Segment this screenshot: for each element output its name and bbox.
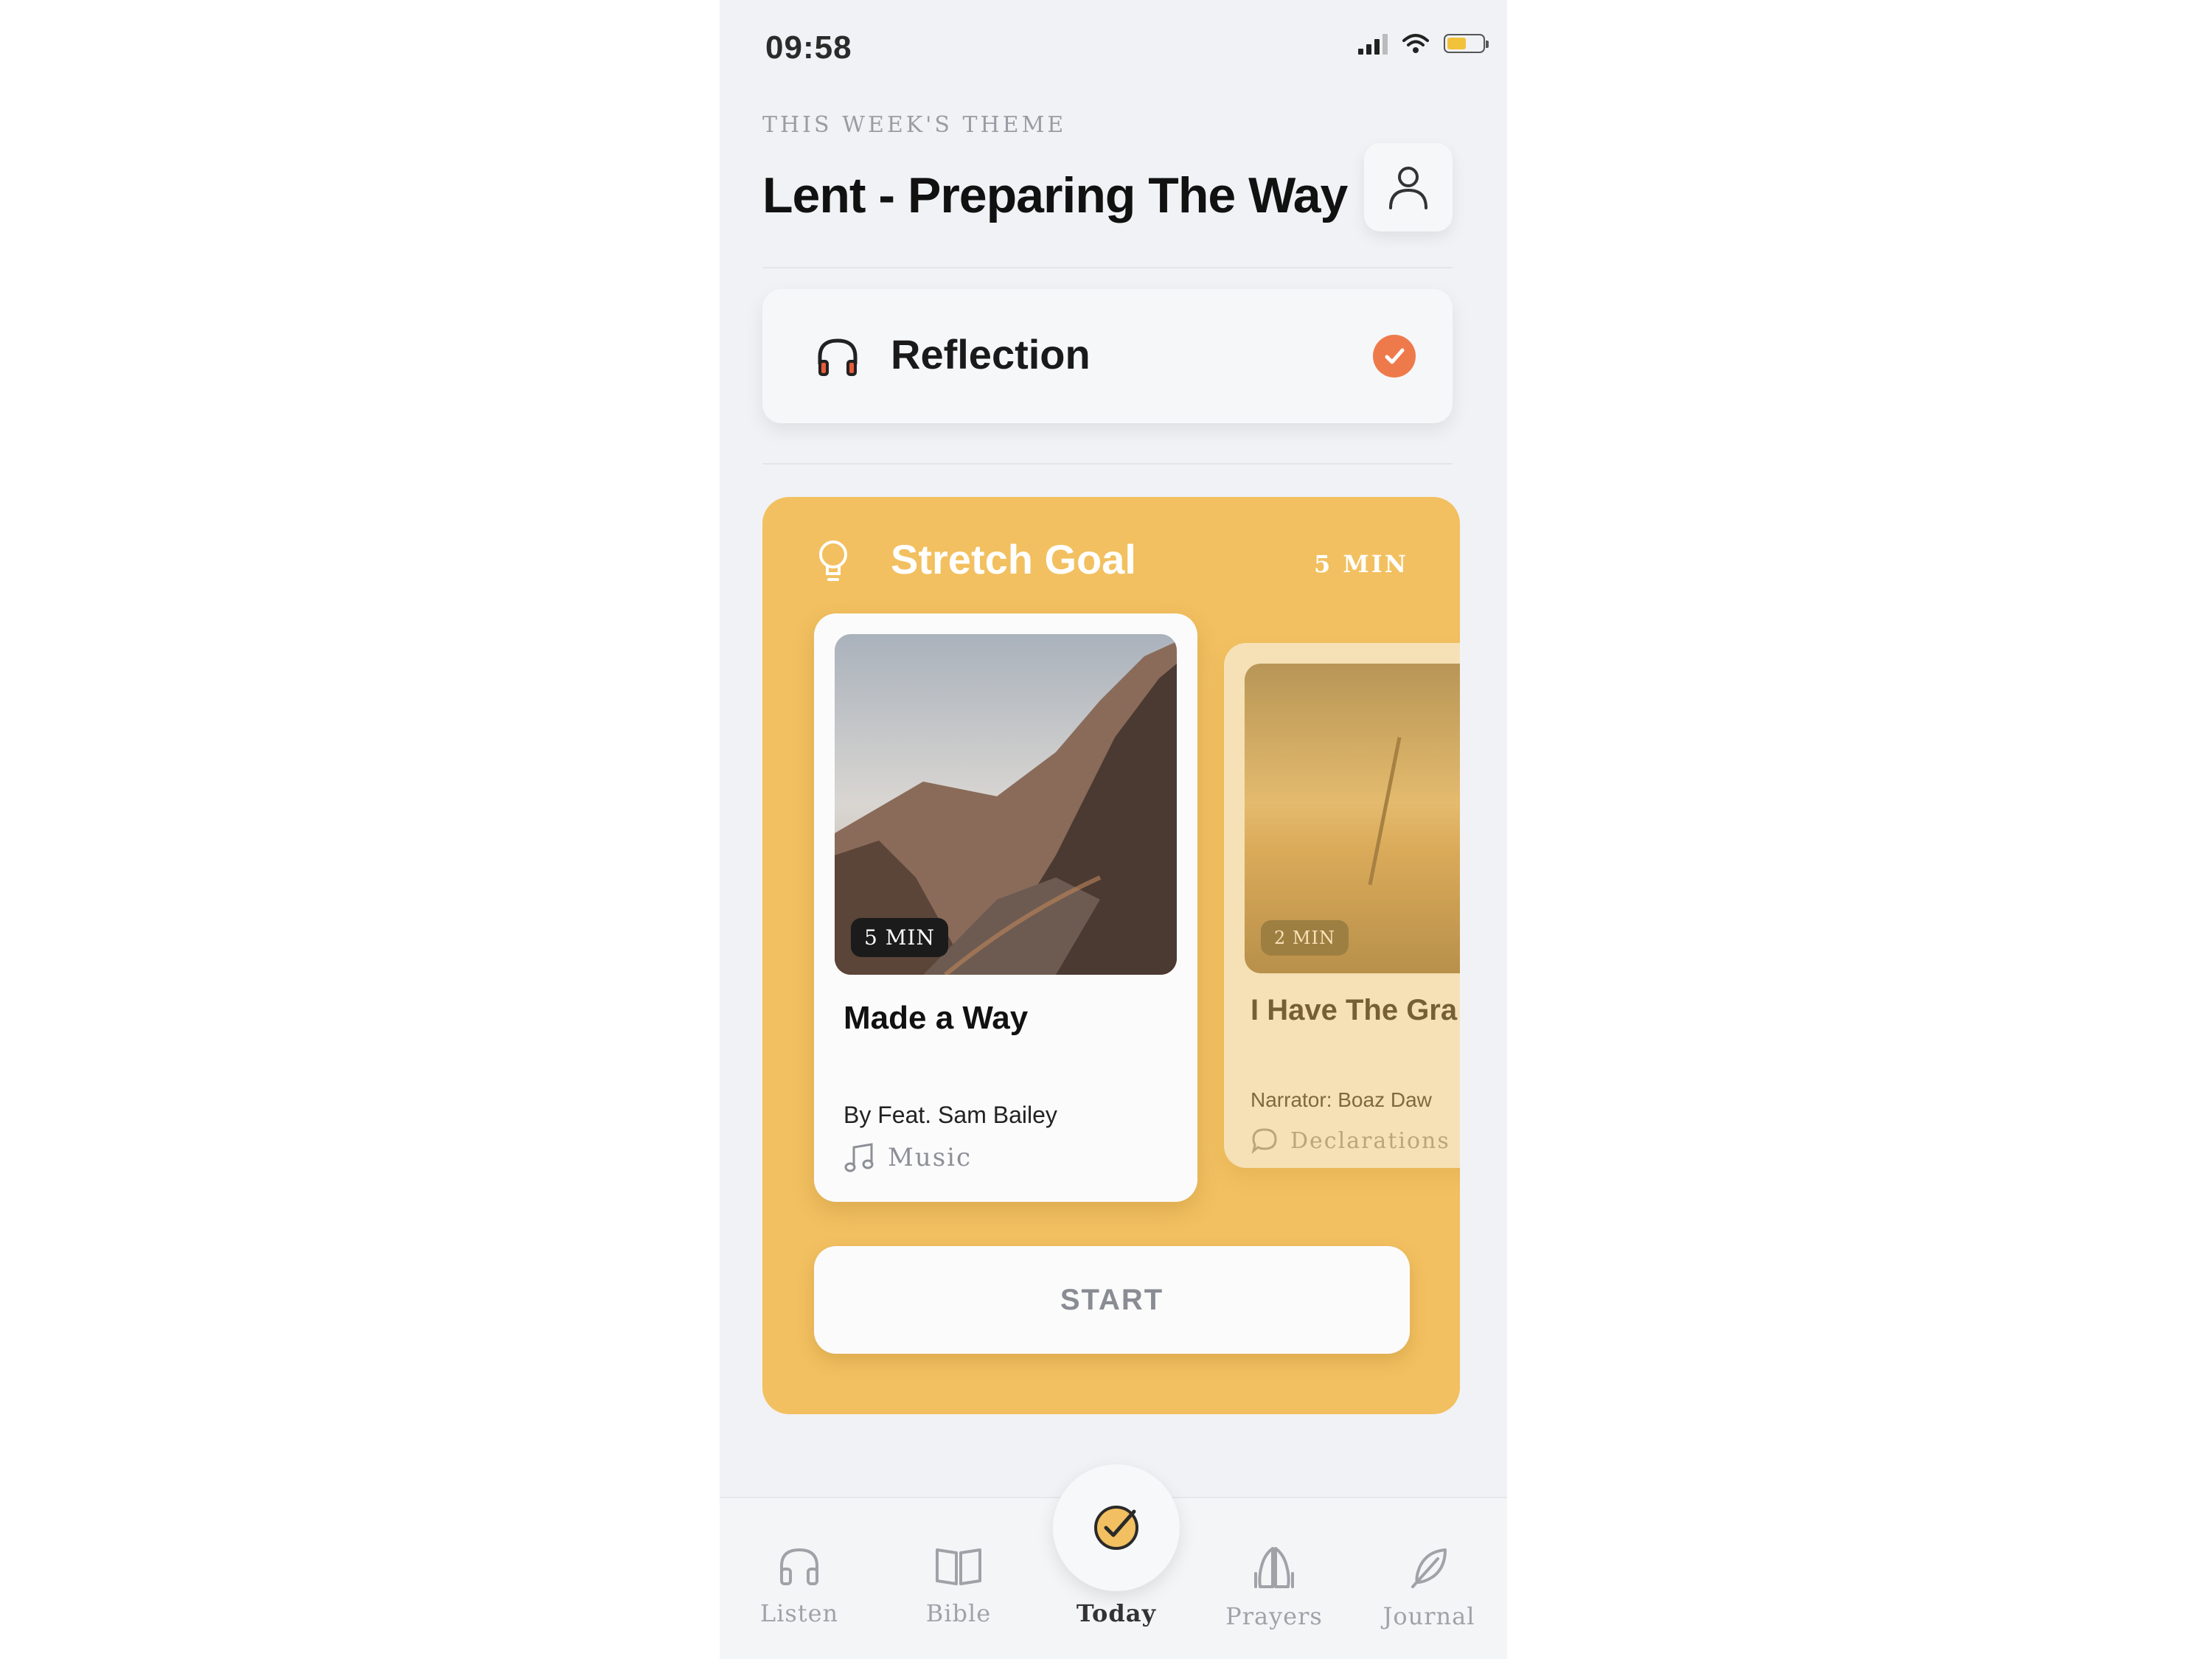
divider bbox=[762, 267, 1453, 268]
track-card[interactable]: 5 MIN Made a Way By Feat. Sam Bailey Mus… bbox=[814, 613, 1197, 1202]
page-title: Lent - Preparing The Way bbox=[762, 167, 1348, 223]
track-category-label: Music bbox=[888, 1143, 973, 1172]
track-category: Music bbox=[844, 1141, 972, 1174]
stretch-goal-card: Stretch Goal 5 MIN 5 MIN Made a Way By F… bbox=[762, 497, 1460, 1414]
track-author: By Feat. Sam Bailey bbox=[844, 1102, 1057, 1128]
wifi-icon bbox=[1402, 34, 1429, 53]
user-icon bbox=[1389, 167, 1427, 209]
status-icons bbox=[1358, 32, 1489, 55]
completed-check-icon bbox=[1373, 335, 1416, 378]
tab-bible[interactable]: Bible bbox=[885, 1544, 1032, 1627]
bottom-tab-bar: Listen Bible Today Prayers Journal bbox=[720, 1464, 1507, 1659]
signal-icon bbox=[1358, 32, 1388, 55]
track-card[interactable]: 2 MIN I Have The Gra Narrator: Boaz Daw … bbox=[1224, 643, 1460, 1168]
track-title: Made a Way bbox=[844, 1000, 1029, 1036]
tab-label: Today bbox=[1076, 1599, 1157, 1627]
tab-label: Bible bbox=[925, 1599, 992, 1627]
tab-label: Prayers bbox=[1225, 1602, 1323, 1630]
duration-badge: 5 MIN bbox=[851, 918, 948, 957]
stretch-goal-title: Stretch Goal bbox=[891, 536, 1136, 582]
stretch-goal-duration: 5 MIN bbox=[1313, 550, 1408, 578]
book-icon bbox=[936, 1548, 981, 1585]
track-thumbnail: 5 MIN bbox=[835, 634, 1177, 975]
tab-label: Journal bbox=[1382, 1602, 1475, 1630]
track-author: Narrator: Boaz Daw bbox=[1251, 1088, 1432, 1111]
status-time: 09:58 bbox=[765, 29, 852, 66]
start-button[interactable]: START bbox=[814, 1246, 1410, 1354]
lightbulb-icon bbox=[819, 540, 847, 581]
profile-button[interactable] bbox=[1364, 143, 1453, 232]
theme-label: THIS WEEK'S THEME bbox=[762, 112, 1067, 138]
battery-icon bbox=[1444, 34, 1489, 53]
feather-icon bbox=[1411, 1548, 1447, 1588]
track-category: Declarations bbox=[1251, 1127, 1450, 1155]
tab-journal[interactable]: Journal bbox=[1355, 1544, 1503, 1630]
duration-badge: 2 MIN bbox=[1261, 920, 1349, 956]
tab-prayers[interactable]: Prayers bbox=[1200, 1544, 1348, 1630]
track-title: I Have The Gra bbox=[1251, 994, 1458, 1026]
divider bbox=[762, 463, 1453, 465]
reflection-item[interactable]: Reflection bbox=[762, 289, 1453, 423]
tab-today[interactable]: Today bbox=[1043, 1544, 1190, 1627]
music-note-icon bbox=[844, 1143, 874, 1172]
praying-hands-icon bbox=[1254, 1547, 1294, 1588]
phone-screen: 09:58 THIS WEEK'S THEME Lent - Preparing… bbox=[720, 0, 1507, 1659]
track-category-label: Declarations bbox=[1290, 1127, 1450, 1154]
tab-listen[interactable]: Listen bbox=[726, 1544, 873, 1627]
headphones-icon bbox=[780, 1548, 818, 1585]
reflection-label: Reflection bbox=[891, 331, 1091, 378]
speech-bubble-icon bbox=[1251, 1128, 1277, 1155]
tab-label: Listen bbox=[759, 1599, 839, 1627]
track-thumbnail: 2 MIN bbox=[1245, 664, 1460, 973]
headphones-icon bbox=[818, 338, 858, 376]
